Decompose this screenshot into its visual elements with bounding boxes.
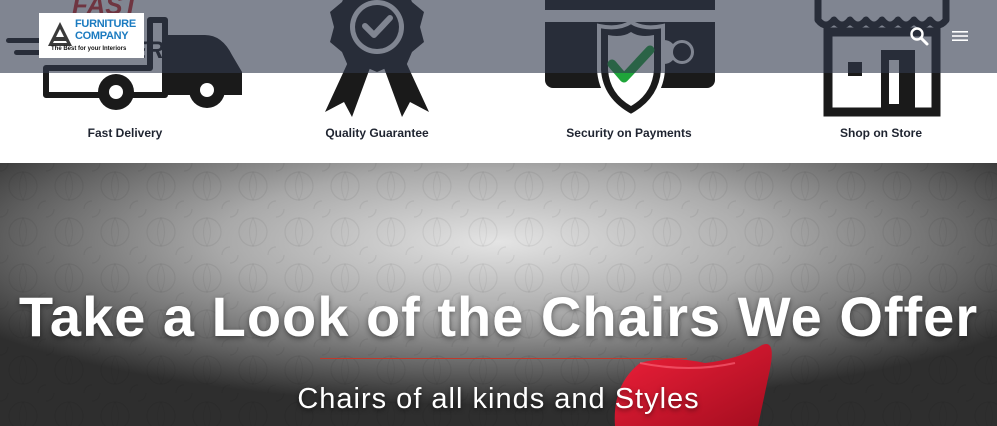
logo-tagline: The Best for your Interiors (51, 46, 127, 52)
logo-name: Furniture Company (75, 18, 143, 42)
hero-title: Take a Look of the Chairs We Offer (18, 285, 979, 348)
company-logo[interactable]: Furniture Company The Best for your Inte… (39, 13, 144, 58)
feature-label: Quality Guarantee (325, 126, 429, 140)
hero-banner: Take a Look of the Chairs We Offer Chair… (0, 163, 997, 426)
search-button[interactable] (907, 24, 931, 48)
hero-subtitle: Chairs of all kinds and Styles (297, 383, 700, 415)
site-header: Furniture Company The Best for your Inte… (0, 0, 997, 73)
feature-label: Fast Delivery (87, 126, 163, 140)
feature-label: Security on Payments (566, 126, 692, 140)
logo-line-2: Company (75, 30, 129, 42)
menu-button[interactable] (948, 24, 972, 48)
logo-mark-icon (48, 22, 72, 46)
logo-line-1: Furniture (75, 18, 136, 30)
title-divider (320, 358, 687, 359)
feature-label: Shop on Store (840, 126, 922, 140)
search-icon (910, 27, 929, 46)
hamburger-menu-icon (952, 31, 968, 41)
